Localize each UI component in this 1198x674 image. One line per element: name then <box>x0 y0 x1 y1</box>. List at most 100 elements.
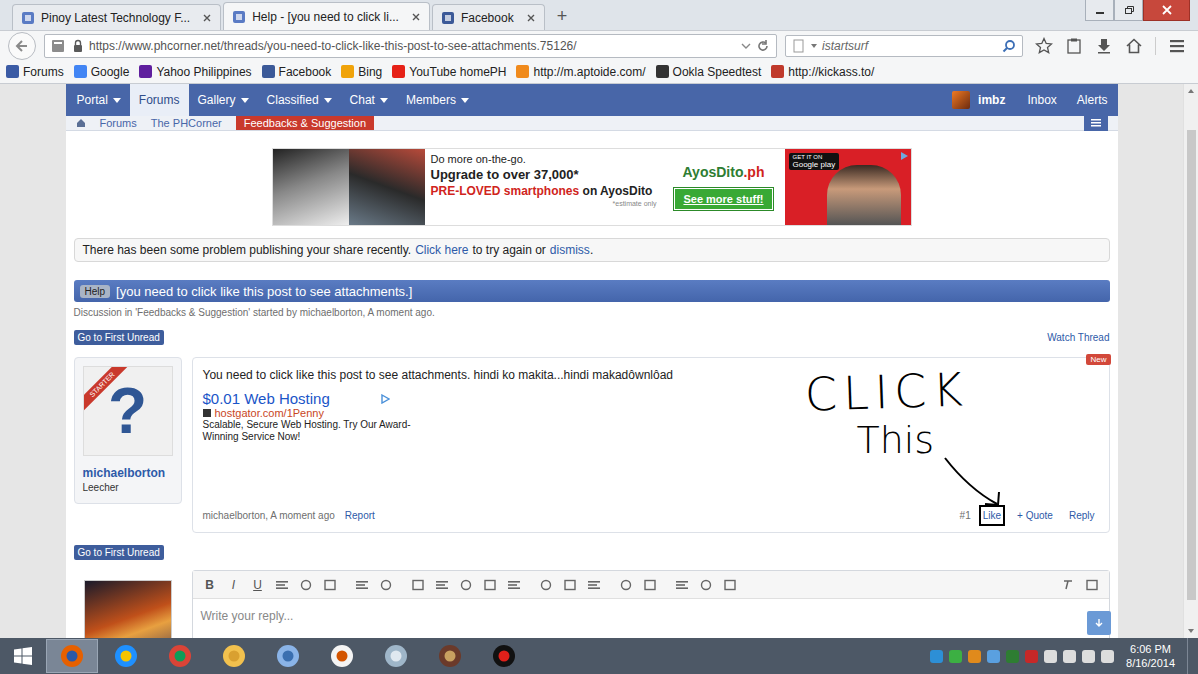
scroll-up-icon[interactable] <box>1184 84 1198 98</box>
remove-format-button[interactable] <box>1059 576 1077 594</box>
dropdown-icon[interactable] <box>741 41 751 51</box>
toggle-source-button[interactable] <box>1083 576 1101 594</box>
clock[interactable]: 6:06 PM 8/16/2014 <box>1120 642 1181 670</box>
tray-icon[interactable] <box>1025 650 1038 663</box>
editor-tool-button[interactable] <box>673 576 691 594</box>
editor-tool-button[interactable] <box>321 576 339 594</box>
post-author[interactable]: michaelborton <box>83 466 173 480</box>
ad-title[interactable]: $0.01 Web Hosting <box>203 390 330 407</box>
taskbar-app[interactable] <box>208 639 260 673</box>
back-button[interactable] <box>8 32 36 60</box>
editor-tool-button[interactable] <box>481 576 499 594</box>
nav-link[interactable]: Alerts <box>1067 93 1118 107</box>
nav-tab[interactable]: Classified <box>258 84 341 116</box>
tray-icon[interactable] <box>1006 650 1019 663</box>
taskbar-app[interactable] <box>262 639 314 673</box>
scrollbar[interactable] <box>1183 84 1198 638</box>
new-tab-button[interactable]: + <box>547 5 578 30</box>
show-desktop-button[interactable] <box>1187 638 1198 674</box>
post-number[interactable]: #1 <box>960 510 971 521</box>
editor-tool-button[interactable] <box>585 576 603 594</box>
minimize-button[interactable] <box>1085 0 1114 21</box>
nav-tab[interactable]: Chat <box>341 84 397 116</box>
editor-tool-button[interactable] <box>641 576 659 594</box>
editor-tool-button[interactable] <box>297 576 315 594</box>
bookmark[interactable]: Bing <box>341 65 382 79</box>
ad-banner[interactable]: Do more on-the-go. Upgrade to over 37,00… <box>272 148 912 226</box>
breadcrumb[interactable]: The PHCorner <box>151 117 222 129</box>
breadcrumb-menu-button[interactable] <box>1084 115 1108 131</box>
bookmark[interactable]: Google <box>74 65 130 79</box>
search-bar[interactable]: istartsurf <box>785 35 1023 57</box>
editor-tool-button[interactable] <box>537 576 555 594</box>
url-bar[interactable]: https://www.phcorner.net/threads/you-nee… <box>44 34 777 58</box>
reply-input[interactable]: Write your reply... <box>193 599 1109 633</box>
thread-prefix[interactable]: Help <box>80 285 111 298</box>
first-unread-button[interactable]: Go to First Unread <box>74 330 164 345</box>
menu-icon[interactable] <box>1168 37 1186 55</box>
format-button[interactable]: U <box>249 576 267 594</box>
bookmark[interactable]: http://kickass.to/ <box>771 65 874 79</box>
ad-choices-icon[interactable] <box>899 151 909 161</box>
nav-link[interactable]: Inbox <box>1017 93 1066 107</box>
bookmark[interactable]: YouTube homePH <box>392 65 506 79</box>
first-unread-button[interactable]: Go to First Unread <box>74 545 164 560</box>
editor-tool-button[interactable] <box>273 576 291 594</box>
nav-tab[interactable]: Portal <box>68 84 130 116</box>
bookmark-star-icon[interactable] <box>1035 37 1053 55</box>
report-link[interactable]: Report <box>345 510 375 521</box>
tray-icon[interactable] <box>1044 650 1057 663</box>
tray-icon[interactable] <box>968 650 981 663</box>
taskbar-app[interactable] <box>100 639 152 673</box>
tray-icon[interactable] <box>930 650 943 663</box>
browser-tab[interactable]: Help - [you need to click li... <box>223 2 430 30</box>
taskbar-app[interactable] <box>424 639 476 673</box>
browser-tab[interactable]: Facebook <box>432 4 545 30</box>
home-icon[interactable] <box>76 118 86 128</box>
nav-tab[interactable]: Gallery <box>189 84 258 116</box>
tray-icon[interactable] <box>1082 650 1095 663</box>
user-avatar[interactable]: ? STARTER <box>83 366 173 456</box>
post-action[interactable]: Like <box>979 505 1005 526</box>
search-engine-icon[interactable] <box>792 39 806 53</box>
start-button[interactable] <box>0 638 46 674</box>
taskbar-app[interactable] <box>478 639 530 673</box>
close-button[interactable] <box>1143 0 1190 21</box>
ad-choices-icon[interactable] <box>380 394 390 404</box>
close-icon[interactable] <box>411 12 421 22</box>
taskbar-app[interactable] <box>46 639 98 673</box>
browser-tab[interactable]: Pinoy Latest Technology F... <box>12 4 221 30</box>
editor-tool-button[interactable] <box>457 576 475 594</box>
scrollbar-thumb[interactable] <box>1187 130 1196 600</box>
bookmarks-menu-icon[interactable] <box>1065 37 1083 55</box>
text-ad[interactable]: $0.01 Web Hosting hostgator.com/1Penny S… <box>203 390 423 443</box>
see-more-button[interactable]: See more stuff! <box>674 188 772 210</box>
search-icon[interactable] <box>1002 39 1016 53</box>
download-icon[interactable] <box>1095 37 1113 55</box>
editor-tool-button[interactable] <box>617 576 635 594</box>
format-button[interactable]: I <box>225 576 243 594</box>
taskbar-app[interactable] <box>316 639 368 673</box>
tray-icon[interactable] <box>949 650 962 663</box>
nav-tab[interactable]: Members <box>397 84 478 116</box>
scroll-button[interactable] <box>1087 611 1111 635</box>
breadcrumb[interactable]: Forums <box>100 117 137 129</box>
close-icon[interactable] <box>202 13 212 23</box>
tray-icon[interactable] <box>987 650 1000 663</box>
format-button[interactable]: B <box>201 576 219 594</box>
close-icon[interactable] <box>526 13 536 23</box>
post-action[interactable]: + Quote <box>1013 505 1057 526</box>
site-identity-icon[interactable] <box>51 38 67 54</box>
scroll-down-icon[interactable] <box>1184 624 1198 638</box>
retry-link[interactable]: Click here <box>415 243 468 257</box>
breadcrumb[interactable]: Feedbacks & Suggestion <box>236 116 374 130</box>
bookmark[interactable]: Ookla Speedtest <box>656 65 762 79</box>
tray-icon[interactable] <box>1101 650 1114 663</box>
reload-icon[interactable] <box>756 39 770 53</box>
taskbar-app[interactable] <box>370 639 422 673</box>
editor-tool-button[interactable] <box>377 576 395 594</box>
dismiss-link[interactable]: dismiss <box>550 243 590 257</box>
editor-tool-button[interactable] <box>353 576 371 594</box>
ad-url[interactable]: hostgator.com/1Penny <box>203 407 423 419</box>
editor-tool-button[interactable] <box>505 576 523 594</box>
